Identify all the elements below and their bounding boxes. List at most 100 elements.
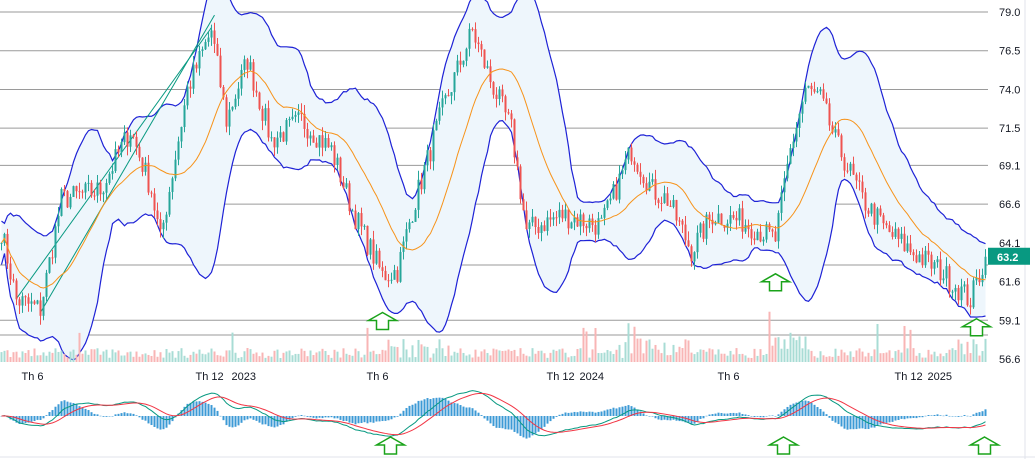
volume-bar bbox=[927, 349, 930, 362]
volume-bar bbox=[309, 350, 312, 362]
macd-histogram-bar bbox=[702, 416, 705, 419]
chart-canvas[interactable]: 79.076.574.071.569.166.664.161.659.156.6… bbox=[0, 0, 1035, 459]
candle-body bbox=[951, 291, 954, 293]
volume-bar bbox=[84, 350, 87, 362]
candle-body bbox=[99, 182, 102, 195]
candle-body bbox=[405, 229, 408, 242]
volume-bar bbox=[249, 349, 252, 362]
macd-histogram-bar bbox=[903, 416, 906, 420]
macd-histogram-bar bbox=[204, 402, 207, 416]
volume-bar bbox=[975, 344, 978, 362]
candle-body bbox=[549, 217, 552, 220]
candle-body bbox=[486, 66, 489, 68]
macd-histogram-bar bbox=[81, 407, 84, 416]
candle-body bbox=[858, 180, 861, 182]
macd-histogram-bar bbox=[498, 416, 501, 428]
volume-bar bbox=[93, 349, 96, 362]
volume-bar bbox=[69, 351, 72, 362]
candle-body bbox=[207, 37, 210, 42]
candle-body bbox=[189, 86, 192, 89]
volume-bar bbox=[648, 339, 651, 362]
volume-bar bbox=[783, 339, 786, 362]
volume-bar bbox=[366, 327, 369, 362]
macd-histogram-bar bbox=[309, 416, 312, 418]
volume-bar bbox=[12, 352, 15, 362]
candle-body bbox=[846, 170, 849, 172]
time-tick-label: Th 6 bbox=[367, 371, 389, 383]
candle-body bbox=[141, 157, 144, 172]
macd-histogram-bar bbox=[972, 414, 975, 416]
candle-body bbox=[21, 296, 24, 306]
candle-body bbox=[819, 89, 822, 92]
candle-body bbox=[582, 214, 585, 226]
volume-bar bbox=[666, 355, 669, 362]
time-axis[interactable]: Th 6 Th 12 2023 Th 6 Th 12 2024 Th 6 Th 12 2025 bbox=[22, 371, 952, 383]
candle-body bbox=[522, 199, 525, 211]
price-axis[interactable]: 79.076.574.071.569.166.664.161.659.156.6 bbox=[999, 7, 1020, 366]
candle-body bbox=[516, 157, 519, 167]
macd-histogram-bar bbox=[273, 416, 276, 428]
candle-body bbox=[24, 296, 27, 298]
macd-histogram-bar bbox=[138, 416, 141, 418]
candle-body bbox=[762, 239, 765, 242]
time-tick-label: Th 12 bbox=[895, 371, 923, 383]
candle-body bbox=[927, 250, 930, 255]
candle-body bbox=[195, 64, 198, 69]
macd-histogram-bar bbox=[132, 413, 135, 416]
volume-bar bbox=[411, 345, 414, 362]
volume-bar bbox=[813, 356, 816, 362]
macd-histogram-bar bbox=[126, 413, 129, 416]
price-tick-label: 61.6 bbox=[999, 277, 1020, 289]
buy-arrow-icon bbox=[365, 311, 400, 331]
macd-histogram-bar bbox=[933, 414, 936, 416]
macd-histogram-bar bbox=[228, 416, 231, 427]
volume-bar bbox=[819, 351, 822, 362]
volume-bar bbox=[825, 356, 828, 362]
candle-body bbox=[204, 41, 207, 50]
macd-histogram-bar bbox=[507, 416, 510, 430]
candle-body bbox=[81, 191, 84, 193]
macd-histogram-bar bbox=[222, 416, 225, 421]
macd-histogram-bar bbox=[744, 414, 747, 416]
candle-body bbox=[843, 157, 846, 171]
candle-body bbox=[780, 192, 783, 213]
volume-bar bbox=[522, 353, 525, 362]
candle-body bbox=[669, 205, 672, 207]
volume-bar bbox=[174, 357, 177, 362]
volume-bar bbox=[873, 349, 876, 362]
candle-body bbox=[900, 233, 903, 239]
volume-bar bbox=[639, 338, 642, 362]
volume-bar bbox=[774, 337, 777, 362]
volume-bar bbox=[663, 342, 666, 362]
volume-bar bbox=[654, 344, 657, 362]
candle-body bbox=[558, 209, 561, 218]
stock-chart[interactable]: 79.0 76.5 74.0 71.5 69.1 66.6 64.1 61.6 59.1 56.6… bbox=[0, 0, 1035, 459]
volume-bar bbox=[39, 355, 42, 362]
candle-body bbox=[528, 222, 531, 230]
volume-bar bbox=[753, 348, 756, 362]
macd-histogram-bar bbox=[774, 416, 777, 417]
volume-bar bbox=[36, 355, 39, 362]
candle-body bbox=[588, 218, 591, 229]
macd-histogram-bar bbox=[765, 416, 768, 417]
volume-bar bbox=[561, 348, 564, 362]
volume-bar bbox=[786, 348, 789, 362]
volume-bar bbox=[810, 350, 813, 362]
volume-bar bbox=[231, 332, 234, 362]
candle-body bbox=[54, 226, 57, 258]
volume-bar bbox=[528, 356, 531, 362]
candle-body bbox=[105, 183, 108, 193]
candle-body bbox=[675, 199, 678, 221]
macd-histogram-bar bbox=[900, 416, 903, 419]
macd-histogram-bar bbox=[942, 415, 945, 417]
candle-body bbox=[939, 259, 942, 281]
candle-body bbox=[501, 89, 504, 97]
volume-bar bbox=[756, 355, 759, 362]
macd-histogram-bar bbox=[225, 416, 228, 426]
volume-bar bbox=[678, 346, 681, 362]
macd-histogram-bar bbox=[303, 415, 306, 417]
macd-histogram-bar bbox=[579, 411, 582, 416]
macd-histogram-bar bbox=[231, 416, 234, 428]
macd-histogram-bar bbox=[369, 416, 372, 423]
volume-bar bbox=[264, 357, 267, 362]
